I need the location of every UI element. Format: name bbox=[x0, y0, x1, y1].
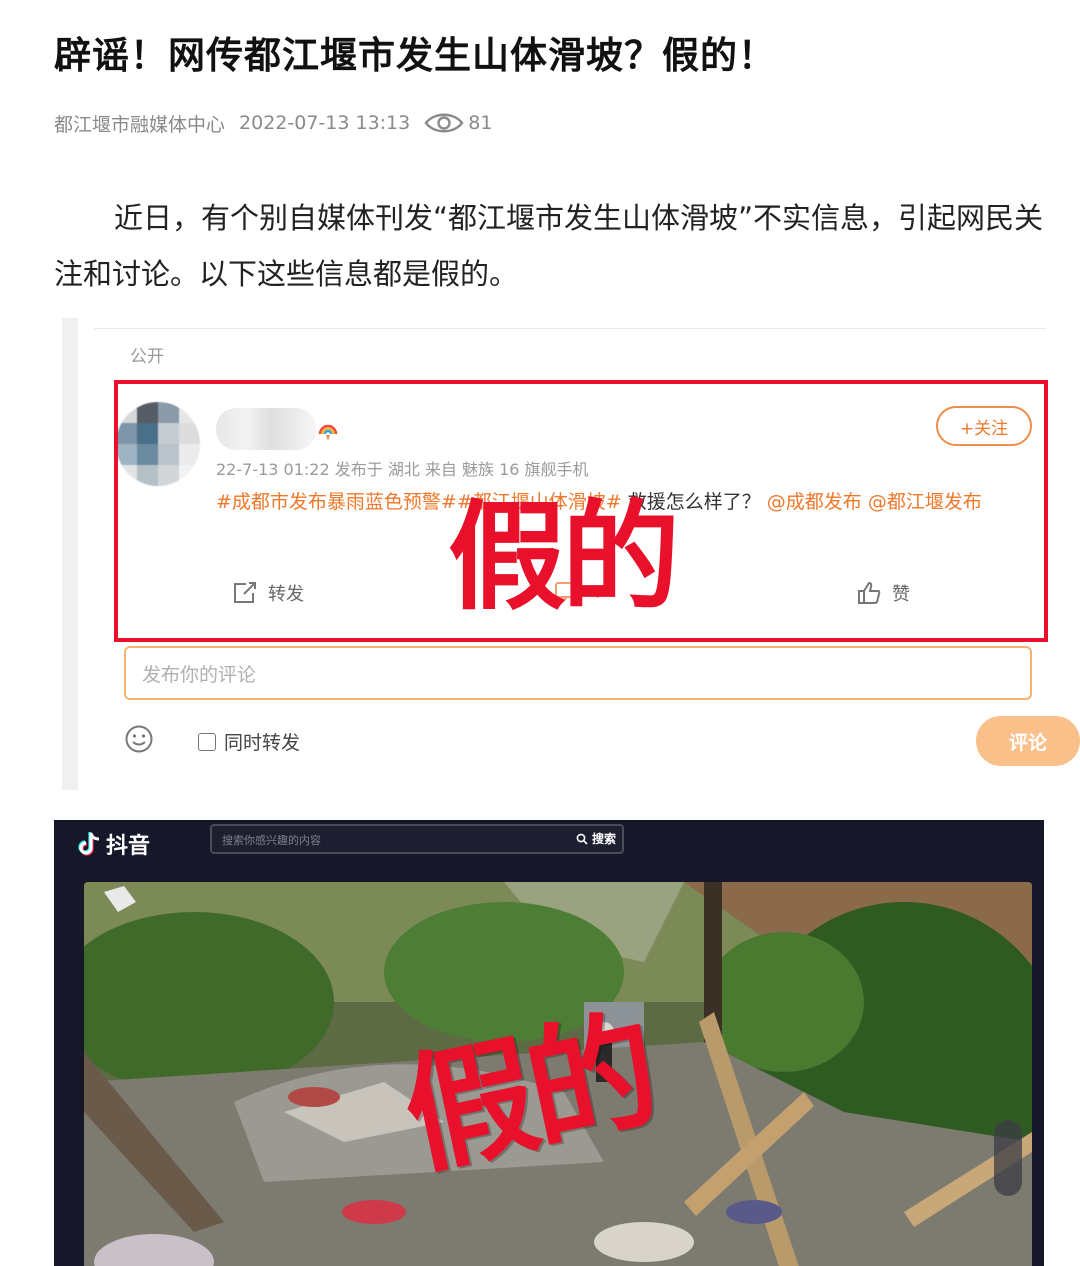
article-title: 辟谣！网传都江堰市发生山体滑坡？假的！ bbox=[54, 34, 776, 77]
also-repost-checkbox[interactable]: 同时转发 bbox=[198, 728, 300, 755]
smiley-icon[interactable] bbox=[124, 724, 154, 754]
douyin-search-label: 搜索 bbox=[591, 832, 616, 846]
comment-toolbar: 同时转发 评论 bbox=[124, 716, 1080, 766]
view-count-value: 81 bbox=[468, 112, 493, 134]
douyin-logo[interactable]: 抖音 bbox=[78, 828, 150, 860]
article-datetime: 2022-07-13 13:13 bbox=[239, 112, 411, 134]
submit-comment-button[interactable]: 评论 bbox=[976, 716, 1080, 766]
douyin-search-input[interactable]: 搜索你感兴趣的内容 搜索 bbox=[210, 824, 624, 854]
eye-icon bbox=[424, 113, 464, 133]
article-meta: 都江堰市融媒体中心 2022-07-13 13:13 81 bbox=[54, 108, 492, 138]
scroll-control[interactable] bbox=[994, 1120, 1022, 1196]
also-repost-label: 同时转发 bbox=[224, 732, 301, 754]
fake-stamp: 假的 bbox=[448, 488, 680, 626]
douyin-search-button[interactable]: 搜索 bbox=[576, 830, 616, 847]
divider bbox=[94, 328, 1046, 329]
view-count: 81 bbox=[424, 110, 492, 136]
article-paragraph: 近日，有个别自媒体刊发“都江堰市发生山体滑坡”不实信息，引起网民关注和讨论。以下… bbox=[54, 201, 1044, 291]
visibility-label: 公开 bbox=[130, 347, 164, 367]
comment-input[interactable]: 发布你的评论 bbox=[124, 646, 1032, 700]
weibo-screenshot: 公开 +关注 22-7-13 01:22 发布于 湖北 来自 魅族 16 旗舰手… bbox=[62, 318, 1080, 790]
douyin-logo-icon bbox=[78, 832, 100, 856]
douyin-screenshot: 抖音 搜索你感兴趣的内容 搜索 假的 bbox=[54, 820, 1044, 1266]
douyin-app-name: 抖音 bbox=[106, 834, 151, 859]
douyin-search-placeholder: 搜索你感兴趣的内容 bbox=[222, 834, 321, 847]
checkbox-box[interactable] bbox=[198, 732, 216, 751]
search-icon bbox=[576, 833, 588, 845]
article-source[interactable]: 都江堰市融媒体中心 bbox=[54, 110, 225, 137]
